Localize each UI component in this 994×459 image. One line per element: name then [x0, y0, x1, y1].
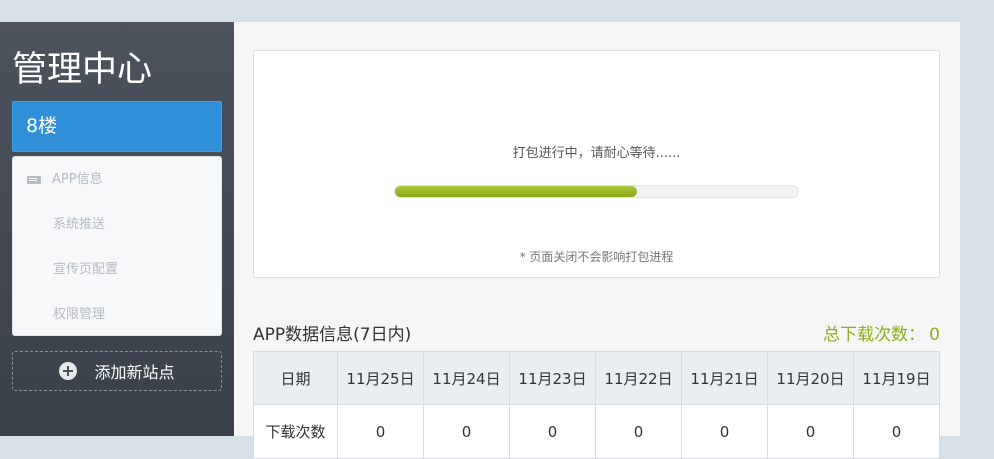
packaging-progress-card: 打包进行中，请耐心等待...... * 页面关闭不会影响打包进程: [253, 50, 940, 278]
total-downloads-label: 总下载次数：: [823, 325, 926, 345]
sidebar: 管理中心 8楼 APP信息 系统推送 宣传页配置 权限管理 添加新站点: [0, 22, 234, 436]
table-header-cell: 11月23日: [509, 351, 596, 405]
add-site-button[interactable]: 添加新站点: [12, 351, 222, 391]
table-cell: 0: [337, 404, 424, 459]
table-header-cell: 11月25日: [337, 351, 424, 405]
table-cell: 0: [853, 404, 940, 459]
table-cell: 0: [681, 404, 768, 459]
table-header-cell: 11月24日: [423, 351, 510, 405]
total-downloads-value: 0: [929, 325, 940, 345]
progress-message: 打包进行中，请耐心等待......: [512, 146, 681, 161]
table-row: 下载次数 0 0 0 0 0 0 0: [253, 404, 940, 459]
menu-item-label: APP信息: [52, 172, 103, 187]
site-menu: APP信息 系统推送 宣传页配置 权限管理: [12, 156, 222, 336]
table-header-cell: 11月22日: [595, 351, 682, 405]
sidebar-title: 管理中心: [12, 50, 153, 90]
current-site-button[interactable]: 8楼: [12, 101, 222, 152]
app-frame: 管理中心 8楼 APP信息 系统推送 宣传页配置 权限管理 添加新站点 打包进行…: [0, 22, 960, 459]
progress-bar-fill: [395, 186, 637, 197]
add-site-label: 添加新站点: [94, 363, 175, 382]
stats-table: 日期 11月25日 11月24日 11月23日 11月22日 11月21日 11…: [253, 351, 940, 459]
table-cell: 0: [509, 404, 596, 459]
plus-circle-icon: [59, 362, 78, 380]
card-icon: [27, 175, 41, 185]
table-row-label: 下载次数: [253, 404, 338, 459]
menu-item-permissions[interactable]: 权限管理: [53, 306, 105, 324]
table-header-cell: 11月19日: [853, 351, 940, 405]
total-downloads: 总下载次数： 0: [823, 320, 940, 345]
table-cell: 0: [595, 404, 682, 459]
main-content: 打包进行中，请耐心等待...... * 页面关闭不会影响打包进程 APP数据信息…: [234, 22, 960, 459]
menu-item-promo-page[interactable]: 宣传页配置: [53, 261, 118, 279]
table-cell: 0: [423, 404, 510, 459]
table-header-cell: 11月20日: [767, 351, 854, 405]
table-header-cell: 11月21日: [681, 351, 768, 405]
table-header-row: 日期 11月25日 11月24日 11月23日 11月22日 11月21日 11…: [253, 351, 940, 405]
table-cell: 0: [767, 404, 854, 459]
menu-item-app-info[interactable]: APP信息: [27, 171, 103, 189]
stats-title: APP数据信息(7日内): [253, 325, 412, 345]
progress-bar: [394, 185, 799, 198]
table-header-date: 日期: [253, 351, 338, 405]
menu-item-system-push[interactable]: 系统推送: [53, 216, 105, 234]
progress-note: * 页面关闭不会影响打包进程: [519, 250, 674, 264]
